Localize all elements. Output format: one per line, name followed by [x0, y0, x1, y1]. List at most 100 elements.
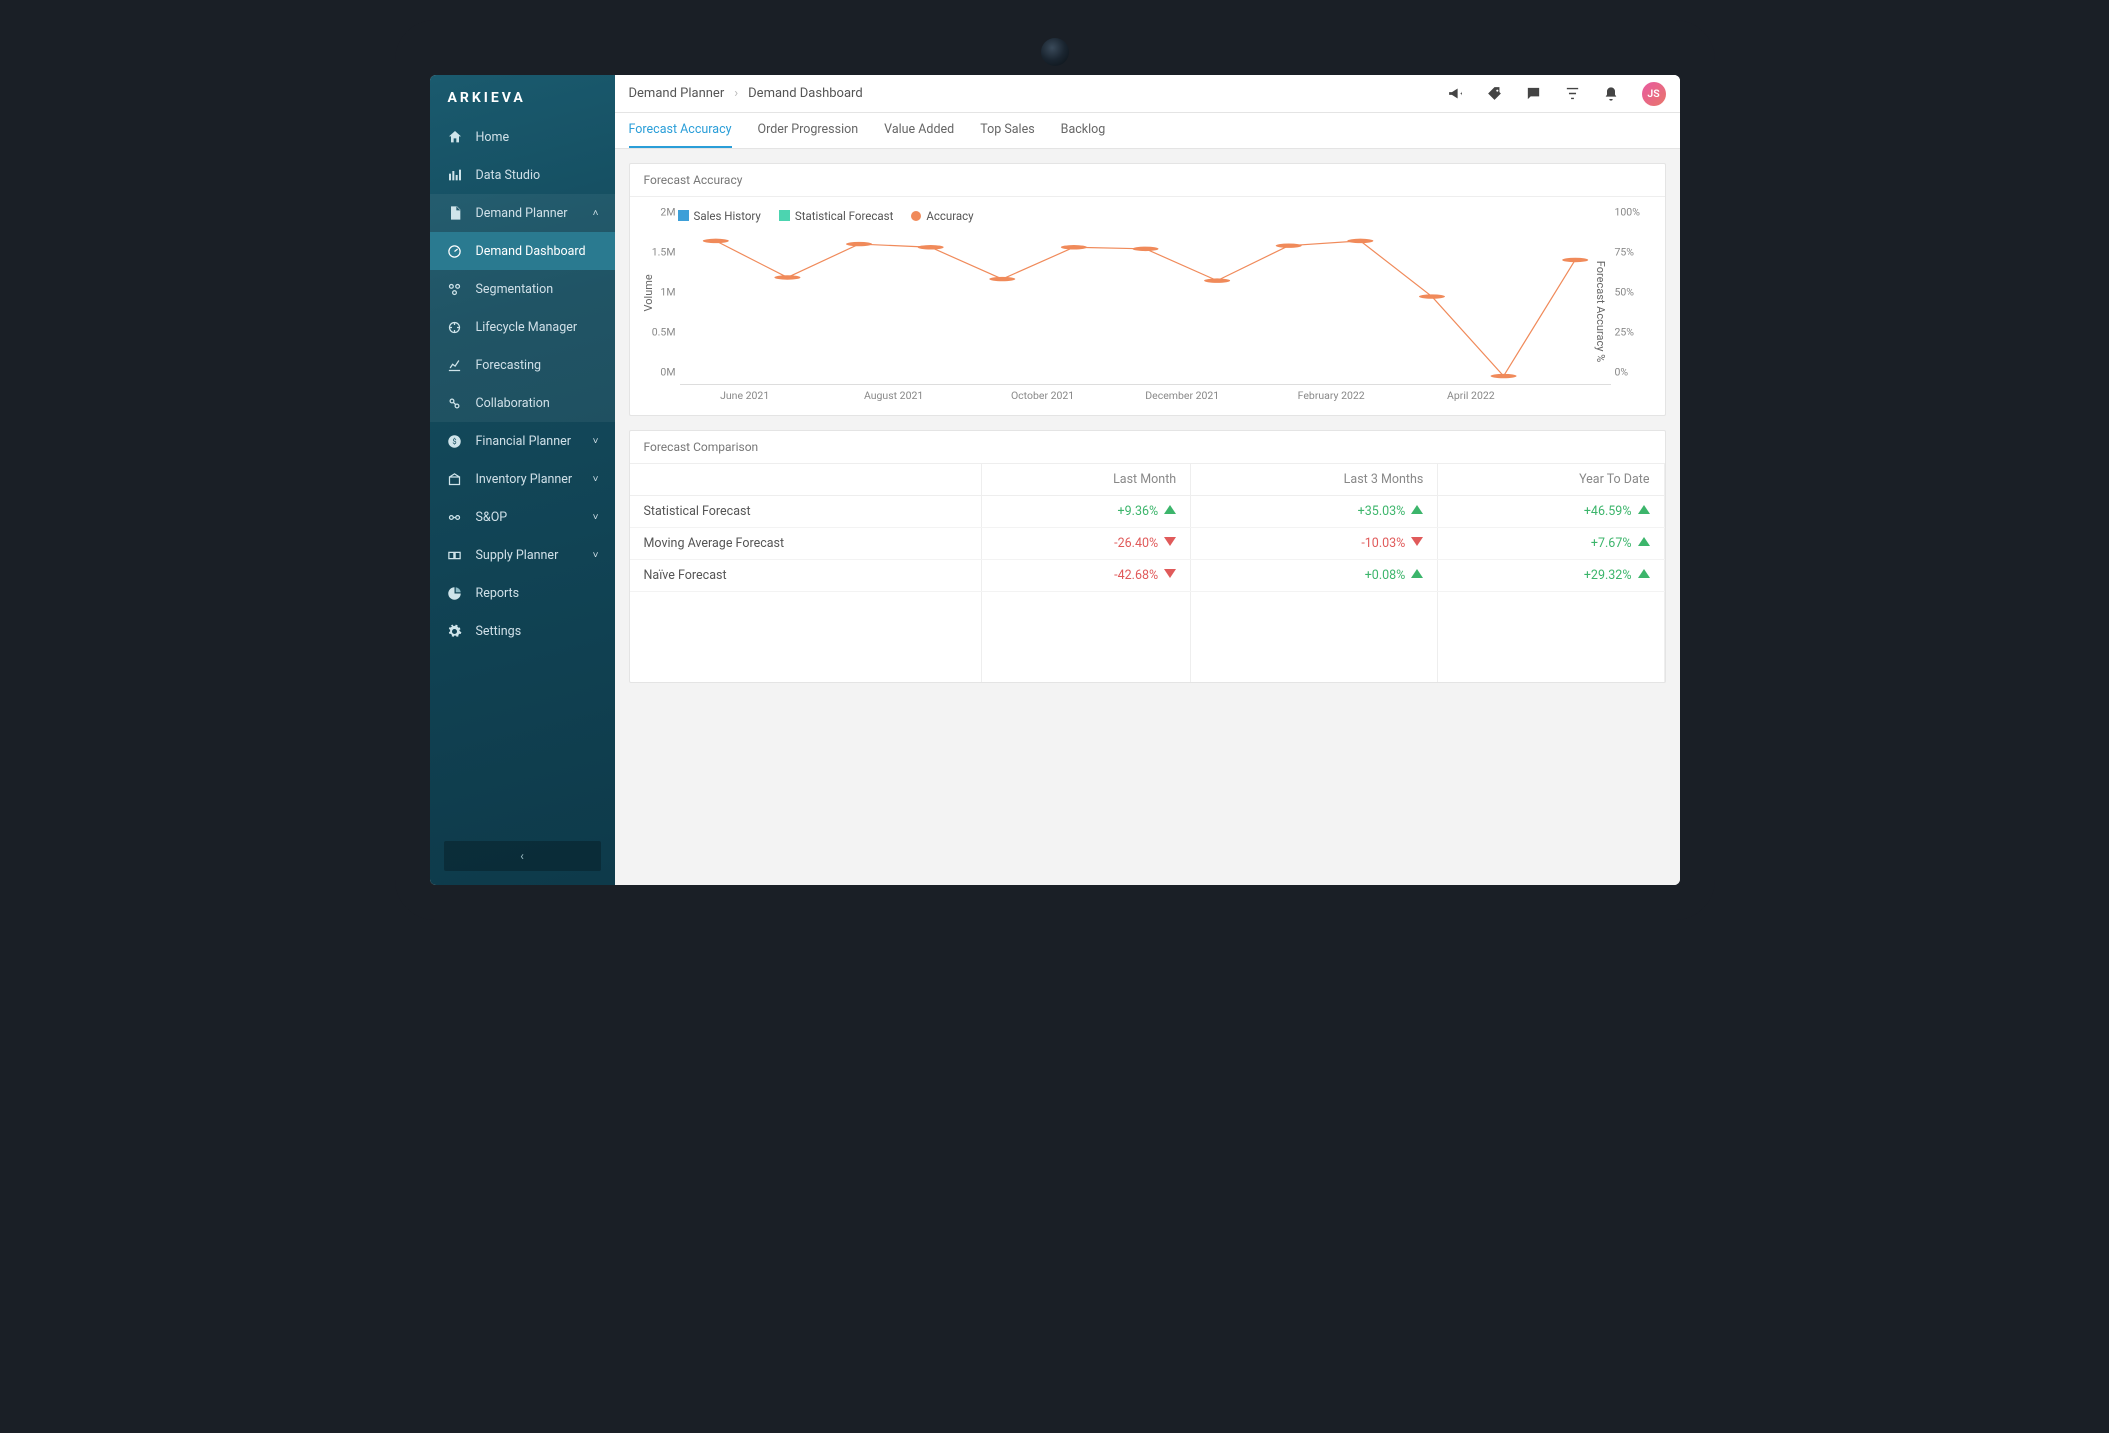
accuracy-point — [1204, 278, 1230, 282]
y-tick: 0.5M — [652, 326, 676, 339]
cell-value: -10.03% — [1191, 528, 1438, 560]
supply-icon — [446, 546, 464, 564]
y-tick: 50% — [1615, 286, 1635, 299]
chevron-down-icon: ˅ — [593, 512, 599, 523]
y-tick: 100% — [1615, 206, 1640, 219]
legend-swatch-icon — [678, 210, 689, 221]
y-axis-left: Volume 0M 0.5M 1M 1.5M 2M — [648, 225, 680, 385]
sidebar-item-segmentation[interactable]: Segmentation — [430, 270, 615, 308]
sidebar-item-home[interactable]: Home — [430, 118, 615, 156]
x-tick: August 2021 — [864, 389, 923, 402]
table-header: Year To Date — [1438, 464, 1664, 496]
nav: Home Data Studio Demand Planner ˄ — [430, 118, 615, 827]
chevron-down-icon: ˅ — [593, 550, 599, 561]
accuracy-point — [1132, 247, 1158, 251]
down-icon — [1411, 537, 1423, 546]
topbar-icons: JS — [1447, 82, 1666, 106]
sidebar-item-inventory-planner[interactable]: Inventory Planner ˅ — [430, 460, 615, 498]
x-tick: April 2022 — [1447, 389, 1495, 402]
main: Demand Planner › Demand Dashboard — [615, 75, 1680, 885]
tab-backlog[interactable]: Backlog — [1061, 113, 1106, 148]
table-row: Statistical Forecast +9.36% +35.03% +46.… — [630, 496, 1665, 528]
tab-top-sales[interactable]: Top Sales — [980, 113, 1034, 148]
breadcrumb-page: Demand Dashboard — [748, 86, 863, 101]
y-axis-left-label: Volume — [642, 274, 655, 311]
sidebar-item-label: Inventory Planner — [476, 472, 573, 487]
x-tick: February 2022 — [1298, 389, 1365, 402]
accuracy-point — [1418, 294, 1444, 298]
sidebar-item-data-studio[interactable]: Data Studio — [430, 156, 615, 194]
sidebar-item-label: Segmentation — [476, 282, 554, 297]
legend-label: Sales History — [694, 209, 761, 223]
sidebar-item-label: Reports — [476, 586, 520, 601]
sidebar-item-demand-dashboard[interactable]: Demand Dashboard — [430, 232, 615, 270]
sidebar-item-label: Forecasting — [476, 358, 542, 373]
row-name: Moving Average Forecast — [630, 528, 982, 560]
sidebar-item-supply-planner[interactable]: Supply Planner ˅ — [430, 536, 615, 574]
chevron-down-icon: ˅ — [593, 436, 599, 447]
collab-icon — [446, 394, 464, 412]
down-icon — [1164, 537, 1176, 546]
accuracy-point — [917, 245, 943, 249]
tablet-camera — [1041, 38, 1069, 66]
sidebar-item-financial-planner[interactable]: $ Financial Planner ˅ — [430, 422, 615, 460]
sidebar-item-reports[interactable]: Reports — [430, 574, 615, 612]
plot-area — [680, 225, 1611, 385]
avatar[interactable]: JS — [1642, 82, 1666, 106]
chart-legend: Sales History Statistical Forecast Accur… — [648, 203, 1647, 225]
tab-forecast-accuracy[interactable]: Forecast Accuracy — [629, 113, 732, 148]
sidebar-collapse-button[interactable]: ‹ — [444, 841, 601, 871]
legend-label: Accuracy — [926, 209, 973, 223]
lifecycle-icon — [446, 318, 464, 336]
sidebar-item-label: Data Studio — [476, 168, 541, 183]
accuracy-point — [1275, 243, 1301, 247]
breadcrumb-section[interactable]: Demand Planner — [629, 86, 725, 101]
breadcrumb: Demand Planner › Demand Dashboard — [629, 86, 863, 101]
row-name: Naïve Forecast — [630, 560, 982, 592]
pie-icon — [446, 584, 464, 602]
table-row: Moving Average Forecast -26.40% -10.03% … — [630, 528, 1665, 560]
y-tick: 1M — [660, 286, 675, 299]
tag-icon[interactable] — [1486, 85, 1503, 102]
sidebar-item-label: Collaboration — [476, 396, 550, 411]
cell-value: +0.08% — [1191, 560, 1438, 592]
sidebar: ARKIEVA Home Data Studio — [430, 75, 615, 885]
sidebar-item-collaboration[interactable]: Collaboration — [430, 384, 615, 422]
chevron-right-icon: › — [734, 86, 738, 101]
tabbar: Forecast Accuracy Order Progression Valu… — [615, 113, 1680, 149]
up-icon — [1411, 569, 1423, 578]
legend-swatch-icon — [779, 210, 790, 221]
up-icon — [1164, 505, 1176, 514]
sidebar-item-label: S&OP — [476, 510, 508, 525]
chevron-up-icon: ˄ — [593, 208, 599, 219]
y-tick: 0M — [660, 366, 675, 379]
content: Forecast Accuracy Sales History Statisti… — [615, 149, 1680, 885]
inventory-icon — [446, 470, 464, 488]
topbar: Demand Planner › Demand Dashboard — [615, 75, 1680, 113]
sidebar-item-sop[interactable]: S&OP ˅ — [430, 498, 615, 536]
segment-icon — [446, 280, 464, 298]
home-icon — [446, 128, 464, 146]
x-tick: June 2021 — [720, 389, 769, 402]
tab-value-added[interactable]: Value Added — [884, 113, 954, 148]
sidebar-item-demand-planner[interactable]: Demand Planner ˄ — [430, 194, 615, 232]
dollar-icon: $ — [446, 432, 464, 450]
bell-icon[interactable] — [1603, 85, 1620, 102]
legend-label: Statistical Forecast — [795, 209, 893, 223]
document-icon — [446, 204, 464, 222]
panel-title: Forecast Accuracy — [630, 164, 1665, 197]
sidebar-item-lifecycle[interactable]: Lifecycle Manager — [430, 308, 615, 346]
accuracy-point — [702, 239, 728, 243]
legend-item: Accuracy — [911, 209, 973, 223]
filter-icon[interactable] — [1564, 85, 1581, 102]
svg-text:$: $ — [452, 437, 456, 446]
up-icon — [1638, 505, 1650, 514]
cell-value: +9.36% — [981, 496, 1190, 528]
tab-order-progression[interactable]: Order Progression — [758, 113, 859, 148]
sidebar-item-settings[interactable]: Settings — [430, 612, 615, 650]
accuracy-point — [1490, 374, 1516, 378]
chat-icon[interactable] — [1525, 85, 1542, 102]
megaphone-icon[interactable] — [1447, 85, 1464, 102]
sidebar-item-forecasting[interactable]: Forecasting — [430, 346, 615, 384]
legend-item: Statistical Forecast — [779, 209, 893, 223]
